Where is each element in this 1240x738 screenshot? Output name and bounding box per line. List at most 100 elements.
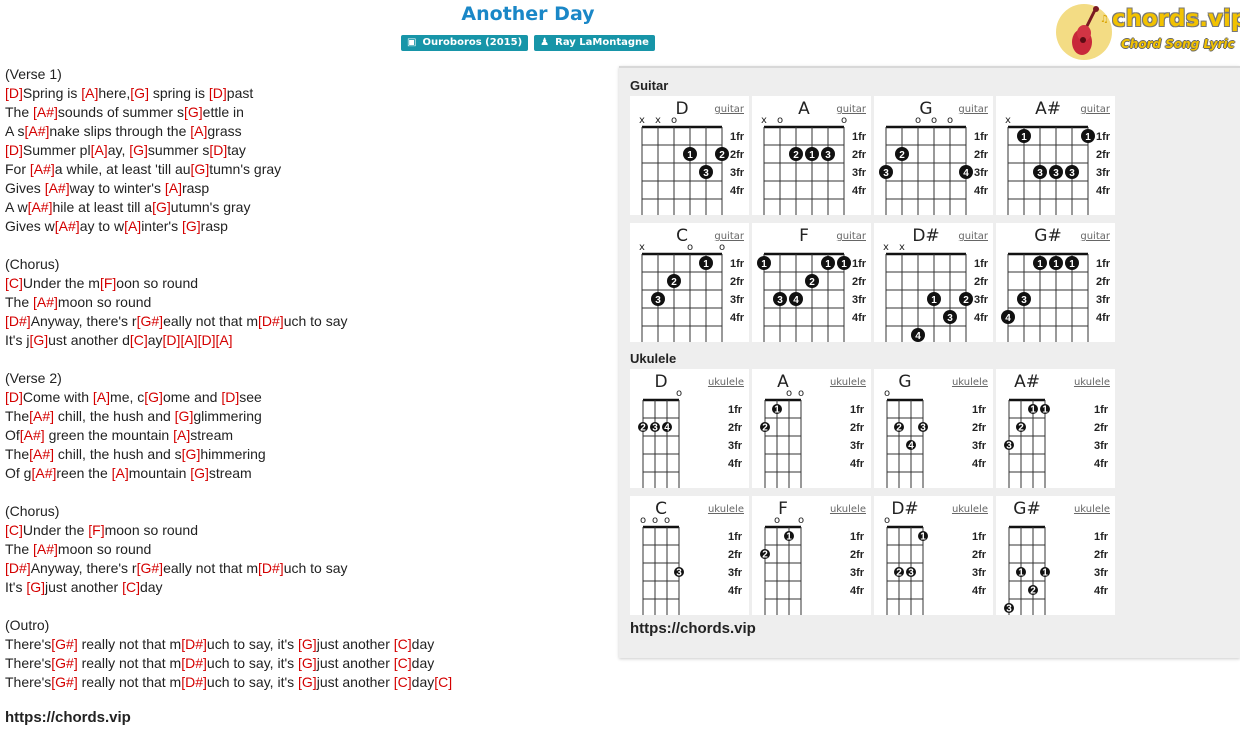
chord-marker[interactable]: [G] [190,465,209,481]
ukulele-chord-c[interactable]: Cukulele 1fr 2fr 3fr 4fr o o o 3 [630,496,749,615]
chord-marker[interactable]: [C] [394,674,412,690]
chord-marker[interactable]: [A#] [33,294,58,310]
ukulele-chord-a[interactable]: Aukulele 1fr 2fr 3fr 4fr o o 1 2 [752,369,871,488]
chord-marker[interactable]: [A] [91,142,108,158]
chord-marker[interactable]: [A#] [28,199,53,215]
chord-marker[interactable]: [C] [434,674,452,690]
chord-marker[interactable]: [A#] [20,427,45,443]
chord-marker[interactable]: [G] [298,674,317,690]
chord-marker[interactable]: [D#] [181,655,207,671]
chord-marker[interactable]: [A#] [31,465,56,481]
chord-marker[interactable]: [D] [163,332,181,348]
chord-marker[interactable]: [F] [88,522,104,538]
guitar-chord-g[interactable]: Gguitar 1fr 2fr 3fr 4fr o o o 2 3 4 [874,96,993,215]
instrument-link[interactable]: ukulele [952,377,988,388]
chord-marker[interactable]: [G] [298,636,317,652]
chord-marker[interactable]: [G#] [137,313,163,329]
chord-marker[interactable]: [A] [93,389,110,405]
ukulele-chord-g[interactable]: Gukulele 1fr 2fr 3fr 4fr o 2 3 4 [874,369,993,488]
chord-marker[interactable]: [C] [122,579,140,595]
ukulele-chord-d-sharp[interactable]: D# ukulele 1fr 2fr 3fr 4fr o 1 2 3 [874,496,993,615]
chord-marker[interactable]: [D] [209,85,227,101]
chord-marker[interactable]: [F] [100,275,116,291]
instrument-link[interactable]: guitar [714,231,745,242]
chord-marker[interactable]: [D#] [181,674,207,690]
chord-marker[interactable]: [G#] [51,674,77,690]
chord-marker[interactable]: [A#] [45,180,70,196]
chord-marker[interactable]: [A] [180,332,197,348]
chord-marker[interactable]: [A] [165,180,182,196]
chord-marker[interactable]: [D#] [181,636,207,652]
chord-marker[interactable]: [A] [112,465,129,481]
chord-marker[interactable]: [D#] [258,560,284,576]
instrument-link[interactable]: ukulele [708,377,744,388]
chord-marker[interactable]: [G] [29,332,48,348]
guitar-chord-c[interactable]: Cguitar 1fr 2fr 3fr 4fr x o o 1 2 3 [630,223,749,342]
instrument-link[interactable]: guitar [714,104,745,115]
instrument-link[interactable]: ukulele [952,504,988,515]
album-tag[interactable]: ▣ Ouroboros (2015) [401,35,529,51]
chord-marker[interactable]: [C] [5,522,23,538]
instrument-link[interactable]: guitar [836,104,867,115]
chord-marker[interactable]: [D] [5,389,23,405]
guitar-chord-f[interactable]: Fguitar 1fr 2fr 3fr 4fr 1 1 1 2 3 4 [752,223,871,342]
instrument-link[interactable]: ukulele [708,504,744,515]
chord-marker[interactable]: [A#] [33,104,58,120]
guitar-chord-a-sharp[interactable]: A# guitar 1fr 2fr 3fr 4fr x 1 1 3 3 3 [996,96,1115,215]
chord-marker[interactable]: [G] [26,579,45,595]
chord-marker[interactable]: [G] [130,85,149,101]
chord-marker[interactable]: [C] [394,655,412,671]
ukulele-chord-d[interactable]: Dukulele 1fr 2fr 3fr 4fr o 2 3 4 [630,369,749,488]
guitar-chord-g-sharp[interactable]: G# guitar 1fr 2fr 3fr 4fr 1 1 1 3 4 [996,223,1115,342]
chord-marker[interactable]: [D#] [5,560,31,576]
site-url[interactable]: https://chords.vip [5,709,131,726]
instrument-link[interactable]: ukulele [1074,504,1110,515]
chord-marker[interactable]: [C] [394,636,412,652]
instrument-link[interactable]: ukulele [1074,377,1110,388]
chord-marker[interactable]: [A#] [33,541,58,557]
instrument-link[interactable]: ukulele [830,377,866,388]
chord-marker[interactable]: [D] [221,389,239,405]
chord-marker[interactable]: [D] [5,85,23,101]
ukulele-chord-a-sharp[interactable]: A# ukulele 1fr 2fr 3fr 4fr 1 1 2 3 [996,369,1115,488]
chord-marker[interactable]: [G] [191,161,210,177]
chord-marker[interactable]: [G] [175,408,194,424]
chord-marker[interactable]: [D#] [5,313,31,329]
artist-tag[interactable]: ♟ Ray LaMontagne [534,35,655,51]
guitar-chord-d[interactable]: Dguitar 1fr 2fr 3fr 4fr x x o 1 2 3 [630,96,749,215]
chord-marker[interactable]: [G] [184,104,203,120]
chord-marker[interactable]: [A#] [24,123,49,139]
instrument-link[interactable]: guitar [958,104,989,115]
chord-marker[interactable]: [A] [190,123,207,139]
chord-marker[interactable]: [A] [124,218,141,234]
chord-marker[interactable]: [D] [198,332,216,348]
chord-marker[interactable]: [G#] [51,655,77,671]
instrument-link[interactable]: guitar [958,231,989,242]
instrument-link[interactable]: guitar [1080,104,1111,115]
chord-marker[interactable]: [G] [152,199,171,215]
instrument-link[interactable]: guitar [836,231,867,242]
chord-marker[interactable]: [G#] [137,560,163,576]
ukulele-chord-g-sharp[interactable]: G# ukulele 1fr 2fr 3fr 4fr 1 1 2 3 [996,496,1115,615]
guitar-chord-d-sharp[interactable]: D# guitar 1fr 2fr 3fr 4fr x x 1 2 3 4 [874,223,993,342]
chord-marker[interactable]: [G] [129,142,148,158]
ukulele-chord-f[interactable]: Fukulele 1fr 2fr 3fr 4fr o o 1 2 [752,496,871,615]
chord-marker[interactable]: [A#] [29,408,54,424]
logo-text[interactable]: chords.vip [1112,6,1240,32]
chord-marker[interactable]: [D] [209,142,227,158]
chord-marker[interactable]: [A] [81,85,98,101]
chord-marker[interactable]: [G] [298,655,317,671]
chord-marker[interactable]: [A] [215,332,232,348]
chord-marker[interactable]: [G] [182,446,201,462]
chord-marker[interactable]: [A#] [30,161,55,177]
chord-marker[interactable]: [D] [5,142,23,158]
chord-marker[interactable]: [G#] [51,636,77,652]
instrument-link[interactable]: guitar [1080,231,1111,242]
chord-marker[interactable]: [A] [173,427,190,443]
chord-marker[interactable]: [G] [144,389,163,405]
chord-marker[interactable]: [A#] [55,218,80,234]
panel-site-url[interactable]: https://chords.vip [630,620,756,637]
chord-marker[interactable]: [C] [5,275,23,291]
chord-marker[interactable]: [D#] [258,313,284,329]
guitar-chord-a[interactable]: Aguitar 1fr 2fr 3fr 4fr x o o 2 1 3 [752,96,871,215]
